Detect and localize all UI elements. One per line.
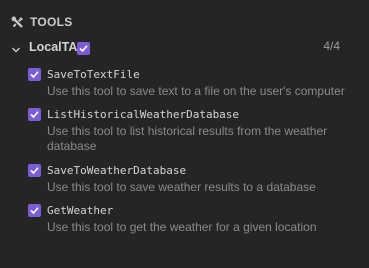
group-localta[interactable]: LocalTA 4/4 [11,38,356,56]
tool-description: Use this tool to list historical results… [47,124,328,153]
tool-description: Use this tool to save weather results to… [47,180,316,194]
tool-description: Use this tool to save text to a file on … [47,84,345,98]
tool-item: GetWeather Use this tool to get the weat… [28,202,358,235]
tool-checkbox[interactable] [28,163,41,177]
tool-description: Use this tool to get the weather for a g… [47,220,317,234]
tools-header: TOOLS [11,14,73,30]
group-name: LocalTA [29,40,78,54]
tool-item: SaveToTextFile Use this tool to save tex… [28,66,358,99]
tool-name: ListHistoricalWeatherDatabase [47,107,240,121]
tools-icon [11,16,24,29]
tools-title: TOOLS [30,15,73,29]
tool-item: ListHistoricalWeatherDatabase Use this t… [28,106,358,154]
tool-name: SaveToTextFile [47,67,140,81]
tool-name: GetWeather [47,203,114,217]
tool-item: SaveToWeatherDatabase Use this tool to s… [28,162,358,195]
chevron-down-icon[interactable] [11,42,21,53]
group-checkbox[interactable] [77,41,91,55]
tool-checkbox[interactable] [28,203,41,217]
tools-panel: TOOLS LocalTA 4/4 SaveToTextFile Use thi… [0,0,369,268]
group-count: 4/4 [323,39,340,53]
tool-checkbox[interactable] [28,107,41,121]
tool-name: SaveToWeatherDatabase [47,163,187,177]
tool-checkbox[interactable] [28,67,41,81]
